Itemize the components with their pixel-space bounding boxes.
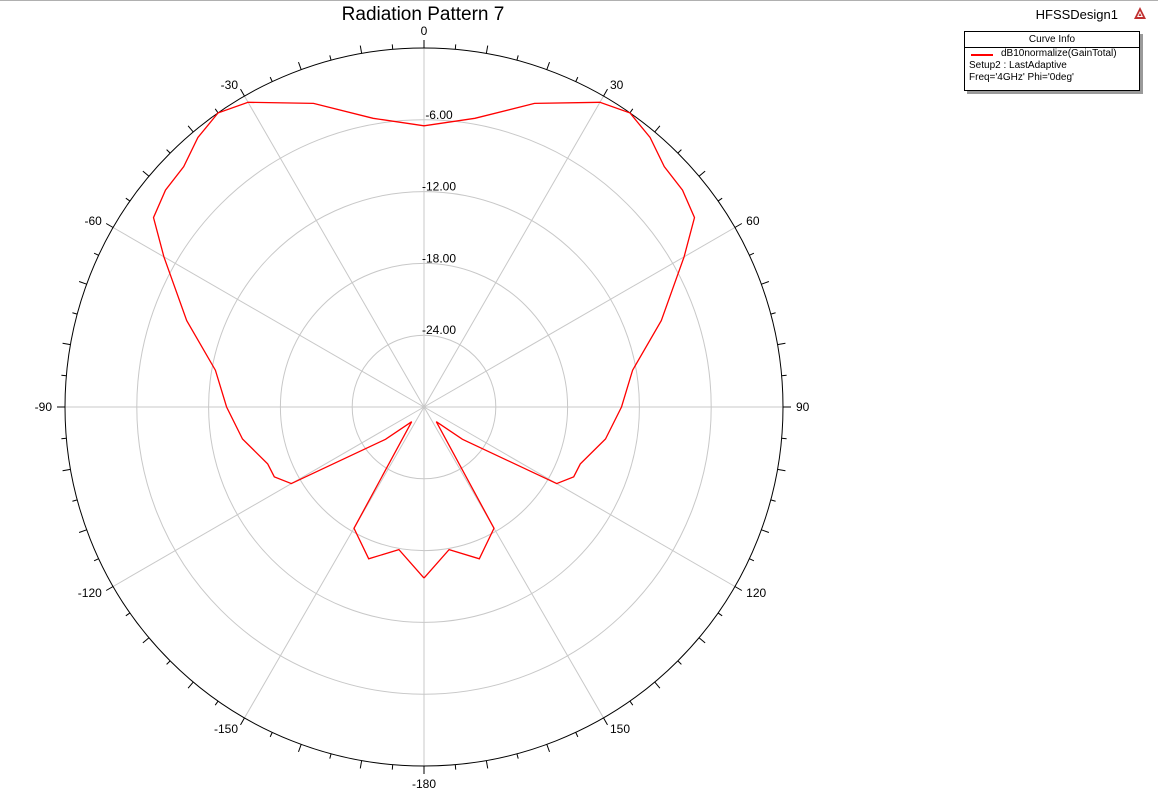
angle-tick-mark (187, 125, 194, 133)
angle-tick-mark (105, 223, 114, 228)
angle-tick-label: -30 (221, 78, 239, 92)
angle-tick-mark (677, 149, 682, 154)
angle-tick-mark (214, 108, 219, 114)
legend-series-label: dB10normalize(GainTotal) (1001, 48, 1117, 59)
angle-tick-mark (761, 281, 770, 285)
angle-tick-mark (240, 88, 245, 97)
curve-info-legend[interactable]: Curve Info dB10normalize(GainTotal) Setu… (964, 31, 1140, 91)
radial-tick-label: -12.00 (422, 180, 456, 194)
angle-spoke (112, 406, 425, 587)
angle-tick-mark (485, 45, 489, 54)
angle-tick-mark (62, 468, 71, 472)
grid-layer (64, 47, 784, 767)
angle-tick-mark (516, 753, 519, 759)
angle-spoke (244, 95, 425, 408)
angle-tick-mark (142, 170, 150, 177)
angle-tick-mark (734, 223, 743, 228)
angle-tick-mark (677, 660, 682, 665)
angle-tick-mark (329, 753, 332, 759)
angle-tick-mark (777, 342, 786, 346)
angle-tick-label: 90 (796, 400, 810, 414)
angle-tick-label: 60 (746, 214, 760, 228)
angle-tick-mark (214, 700, 219, 706)
angle-tick-mark (269, 732, 273, 738)
angle-tick-mark (546, 744, 550, 753)
angle-spoke (112, 227, 425, 408)
angle-tick-mark (359, 760, 363, 769)
angle-tick-mark (698, 170, 706, 177)
angle-tick-label: -180 (412, 777, 436, 791)
angle-tick-mark (142, 637, 150, 644)
angle-tick-label: 120 (746, 586, 766, 600)
angle-spoke (244, 406, 425, 719)
legend-title: Curve Info (965, 32, 1139, 48)
angle-tick-mark (359, 45, 363, 54)
angle-tick-mark (654, 681, 661, 689)
radial-tick-label: -18.00 (422, 251, 456, 265)
angle-tick-mark (125, 612, 131, 617)
angle-tick-mark (240, 717, 245, 726)
angle-spoke (423, 227, 736, 408)
angle-tick-label: 0 (421, 24, 428, 38)
angle-tick-mark (749, 558, 755, 562)
radial-tick-label: -6.00 (425, 108, 453, 122)
angle-tick-mark (72, 499, 78, 502)
angle-tick-mark (603, 88, 608, 97)
angle-tick-mark (717, 612, 723, 617)
angle-tick-mark (298, 744, 302, 753)
angle-tick-mark (78, 281, 87, 285)
angle-tick-mark (777, 468, 786, 472)
angle-tick-mark (698, 637, 706, 644)
angle-tick-mark (770, 499, 776, 502)
angle-tick-label: 30 (610, 78, 624, 92)
angle-tick-mark (629, 700, 634, 706)
angle-tick-mark (105, 586, 114, 591)
radial-tick-label: -24.00 (422, 323, 456, 337)
angle-spoke (423, 406, 736, 587)
legend-series-row: dB10normalize(GainTotal) (965, 48, 1139, 60)
angle-tick-mark (187, 681, 194, 689)
angle-tick-mark (166, 660, 171, 665)
angle-tick-label: -90 (35, 400, 53, 414)
legend-sweep-row: Freq='4GHz' Phi='0deg' (969, 72, 1074, 83)
angle-tick-label: -60 (84, 214, 102, 228)
angle-tick-mark (72, 312, 78, 315)
angle-tick-label: -120 (78, 586, 102, 600)
angle-tick-mark (546, 61, 550, 70)
angle-tick-mark (93, 558, 99, 562)
angle-tick-mark (717, 197, 723, 202)
angle-tick-mark (62, 342, 71, 346)
angle-tick-mark (629, 108, 634, 114)
angle-tick-label: 150 (610, 722, 630, 736)
angle-tick-mark (749, 252, 755, 256)
angle-tick-mark (93, 252, 99, 256)
angle-tick-mark (125, 197, 131, 202)
angle-tick-mark (770, 312, 776, 315)
angle-tick-mark (761, 529, 770, 533)
legend-setup-row: Setup2 : LastAdaptive (969, 60, 1067, 71)
angle-tick-label: -150 (214, 722, 238, 736)
angle-spoke (423, 406, 604, 719)
angle-tick-mark (329, 55, 332, 61)
angle-tick-mark (166, 149, 171, 154)
angle-tick-mark (575, 732, 579, 738)
angle-tick-mark (516, 55, 519, 61)
angle-tick-mark (575, 76, 579, 82)
angle-tick-mark (485, 760, 489, 769)
angle-tick-mark (298, 61, 302, 70)
angle-tick-mark (734, 586, 743, 591)
legend-series-swatch (971, 54, 993, 56)
angle-tick-mark (654, 125, 661, 133)
angle-tick-mark (603, 717, 608, 726)
angle-tick-mark (78, 529, 87, 533)
polar-plot: 0 30 60 90 120 150 -180 -150 -120 -90 -60 -30 -6.00 -… (35, 24, 810, 791)
angle-tick-mark (269, 76, 273, 82)
